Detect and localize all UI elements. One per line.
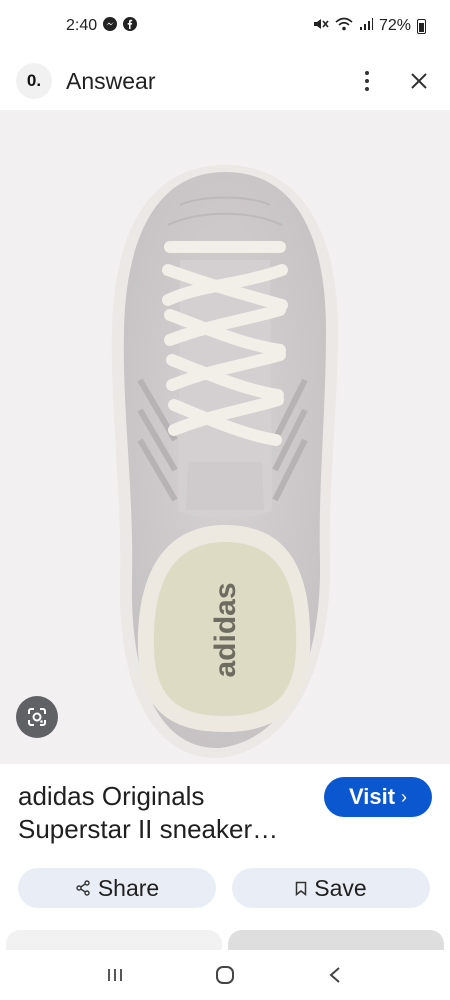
google-lens-icon[interactable]	[16, 696, 58, 738]
product-title[interactable]: adidas Originals Superstar II sneaker…	[18, 780, 308, 846]
chevron-right-icon: ›	[401, 786, 408, 807]
status-time: 2:40	[66, 17, 98, 34]
signal-icon	[359, 17, 373, 36]
status-right: 72%	[313, 17, 426, 36]
home-icon[interactable]	[205, 955, 245, 995]
mute-icon	[313, 17, 329, 36]
messenger-icon	[103, 16, 118, 36]
share-icon	[75, 875, 91, 902]
related-card-right[interactable]	[228, 930, 444, 950]
recents-icon[interactable]	[95, 955, 135, 995]
bookmark-icon	[295, 875, 307, 902]
app-bar: 0. Answear	[0, 52, 450, 110]
product-info: adidas Originals Superstar II sneaker… V…	[0, 764, 450, 864]
save-button[interactable]: Save	[232, 868, 430, 908]
site-logo-text: 0.	[26, 71, 42, 90]
close-icon[interactable]	[404, 66, 434, 96]
insole-brand-text: adidas	[209, 582, 242, 677]
visit-button[interactable]: Visit ›	[324, 777, 432, 817]
site-title: Answear	[66, 67, 156, 94]
wifi-icon	[335, 17, 353, 36]
more-vert-icon[interactable]	[352, 66, 382, 96]
share-button[interactable]: Share	[18, 868, 216, 908]
back-icon[interactable]	[315, 955, 355, 995]
status-bar: 2:40 72%	[0, 0, 450, 52]
system-nav-bar	[0, 950, 450, 1000]
battery-icon	[417, 18, 426, 34]
facebook-icon	[123, 16, 138, 36]
share-label: Share	[97, 874, 160, 901]
visit-label: Visit	[348, 784, 396, 809]
shoe-illustration: adidas	[111, 165, 338, 759]
save-label: Save	[314, 874, 367, 901]
related-card-left[interactable]	[6, 930, 222, 950]
battery-percent: 72%	[378, 17, 411, 34]
site-logo: 0.	[16, 63, 52, 99]
action-row: Share Save	[0, 868, 450, 908]
status-left: 2:40	[66, 16, 138, 36]
product-image[interactable]: adidas	[0, 110, 450, 764]
